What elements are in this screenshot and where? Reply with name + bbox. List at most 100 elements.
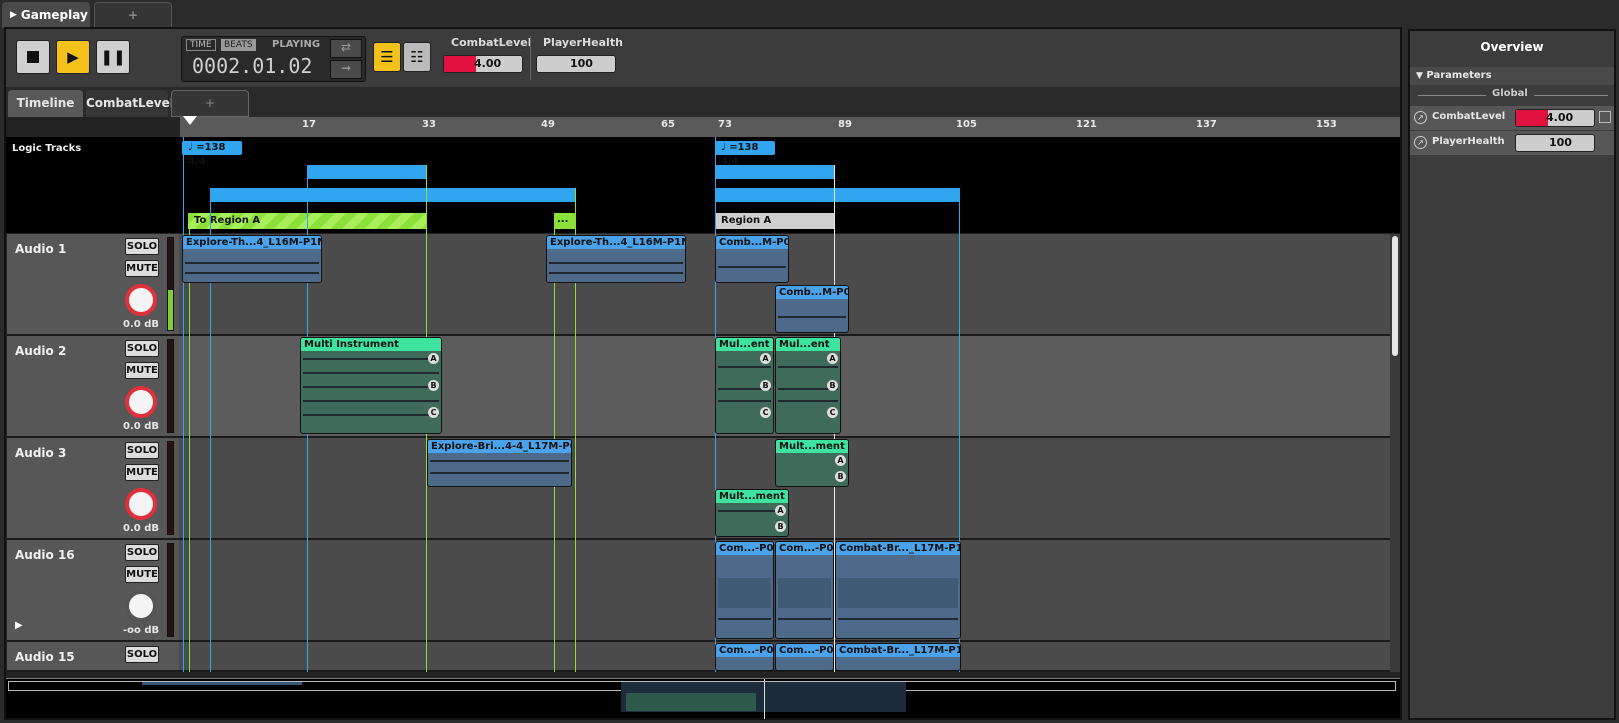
grid-view-button[interactable]: ☷ <box>403 42 431 72</box>
loop-region-2[interactable] <box>715 165 834 179</box>
clip-title: Explore-Bri...4-4_L17M-P0 <box>428 440 571 453</box>
audio-clip[interactable]: Explore-Th...4_L16M-P1M <box>546 235 686 283</box>
automation-icon[interactable]: ↗ <box>1414 111 1427 124</box>
playhead-marker[interactable] <box>183 116 197 125</box>
parameters-section-header[interactable]: ▼ Parameters <box>1410 67 1614 85</box>
instrument-a-badge: A <box>760 353 771 364</box>
clip-title: Mult...ment <box>716 490 788 503</box>
audio-clip[interactable]: Combat-Br..._L17M-P1B <box>835 643 961 671</box>
instrument-c-badge: C <box>827 407 838 418</box>
destination-region-a[interactable]: Region A <box>715 213 834 229</box>
expand-icon[interactable]: ▶ <box>15 620 23 631</box>
volume-db: 0.0 dB <box>123 523 159 534</box>
stop-icon <box>27 51 39 63</box>
pause-icon: ❚❚ <box>100 48 126 66</box>
instrument-c-badge: C <box>760 407 771 418</box>
audio-clip[interactable]: Comb...M-P0 <box>775 285 849 333</box>
audio-clip[interactable]: Com...-P0 <box>775 541 834 639</box>
multi-instrument-clip[interactable]: Multi Instrument A B C <box>300 337 442 434</box>
overview-health-slider[interactable]: 100 <box>1515 134 1595 152</box>
track-audio-2: Audio 2 SOLO MUTE 0.0 dB <box>7 336 1393 438</box>
automation-icon[interactable]: ↗ <box>1414 136 1427 149</box>
audio-clip[interactable]: Explore-Th...4_L16M-P1M <box>182 235 322 283</box>
overview-combat-checkbox[interactable] <box>1599 111 1611 123</box>
tempo-marker-2[interactable]: ♩ =138 4/4 <box>715 141 775 167</box>
timeline-ruler[interactable]: 17 33 49 65 73 89 105 121 137 153 <box>180 117 1400 137</box>
solo-button[interactable]: SOLO <box>125 646 159 663</box>
volume-knob[interactable] <box>125 488 157 520</box>
tab-add-view-button[interactable]: + <box>171 90 249 117</box>
overview-health-label: PlayerHealth <box>1432 136 1505 147</box>
combatlevel-slider[interactable]: 4.00 <box>443 55 523 73</box>
tab-gameplay[interactable]: ▶ Gameplay <box>2 2 90 28</box>
marker-line <box>189 215 190 672</box>
volume-db: 0.0 dB <box>123 421 159 432</box>
ruler-153: 153 <box>1316 119 1337 130</box>
vertical-scrollbar-thumb[interactable] <box>1392 236 1398 356</box>
play-button[interactable]: ▶ <box>56 40 90 74</box>
multi-instrument-clip[interactable]: Mul...ent A B C <box>775 337 841 434</box>
beats-mode-button[interactable]: BEATS <box>221 39 256 51</box>
tab-add-button[interactable]: + <box>94 2 172 28</box>
playerhealth-slider[interactable]: 100 <box>536 55 616 73</box>
list-view-button[interactable]: ☰ <box>373 42 401 72</box>
tab-timeline[interactable]: Timeline <box>8 90 83 117</box>
timeline-overview-strip[interactable] <box>6 678 1400 719</box>
combatlevel-value: 4.00 <box>474 57 502 70</box>
track-name: Audio 2 <box>15 344 67 358</box>
time-mode-button[interactable]: TIME <box>186 39 216 51</box>
mute-button[interactable]: MUTE <box>125 464 159 481</box>
play-icon: ▶ <box>67 48 79 66</box>
tempo-marker-1[interactable]: ♩ =138 4/4 <box>182 141 242 167</box>
solo-button[interactable]: SOLO <box>125 340 159 357</box>
mute-button[interactable]: MUTE <box>125 566 159 583</box>
transition-ellipsis[interactable]: ... <box>554 213 575 229</box>
play-small-icon: ▶ <box>10 10 17 20</box>
audio-clip[interactable]: Com...-P0 <box>715 643 774 671</box>
mute-button[interactable]: MUTE <box>125 362 159 379</box>
ruler-89: 89 <box>838 119 852 130</box>
audio-clip[interactable]: Explore-Bri...4-4_L17M-P0 <box>427 439 572 487</box>
overview-combat-slider[interactable]: 4.00 <box>1515 109 1595 127</box>
pause-button[interactable]: ❚❚ <box>96 40 130 74</box>
volume-knob[interactable] <box>125 284 157 316</box>
overview-combat-value: 4.00 <box>1546 111 1574 124</box>
mute-button[interactable]: MUTE <box>125 260 159 277</box>
parameters-section-label: Parameters <box>1426 70 1492 81</box>
tab-add-label: + <box>127 8 139 22</box>
solo-button[interactable]: SOLO <box>125 238 159 255</box>
loop-button[interactable]: ⇄ <box>330 39 362 58</box>
level-meter <box>167 237 174 331</box>
track-name: Audio 1 <box>15 242 67 256</box>
track-audio-15: Audio 15 SOLO <box>7 642 1393 672</box>
clip-title: Com...-P0 <box>776 644 833 657</box>
ruler-49: 49 <box>541 119 555 130</box>
group-global-label: Global <box>1486 88 1534 99</box>
follow-button[interactable]: ➞ <box>330 60 362 79</box>
transport-position: 0002.01.02 <box>192 54 313 78</box>
clip-title: Mul...ent <box>716 338 773 351</box>
solo-button[interactable]: SOLO <box>125 544 159 561</box>
tab-combatlevel[interactable]: CombatLevel <box>86 90 174 117</box>
loop-region-3[interactable] <box>210 188 575 202</box>
volume-knob[interactable] <box>125 386 157 418</box>
volume-db: -oo dB <box>123 625 160 636</box>
clip-title: Com...-P0 <box>716 644 773 657</box>
multi-instrument-clip[interactable]: Mult...ment AB <box>775 439 849 487</box>
audio-clip[interactable]: Com...-P0 <box>775 643 834 671</box>
level-meter <box>167 543 174 637</box>
loop-region-4[interactable] <box>715 188 959 202</box>
clip-title: Combat-Br..._L17M-P1B <box>836 542 960 555</box>
audio-clip[interactable]: Comb...M-P0 <box>715 235 789 283</box>
multi-instrument-clip[interactable]: Mul...ent A B C <box>715 337 774 434</box>
stop-button[interactable] <box>16 40 50 74</box>
solo-button[interactable]: SOLO <box>125 442 159 459</box>
volume-knob[interactable] <box>125 590 157 622</box>
clip-title: Mult...ment <box>776 440 848 453</box>
audio-clip[interactable]: Com...-P0 <box>715 541 774 639</box>
audio-clip[interactable]: Combat-Br..._L17M-P1B <box>835 541 961 639</box>
loop-region-1[interactable] <box>307 165 426 179</box>
instrument-c-badge: C <box>428 407 439 418</box>
multi-instrument-clip[interactable]: Mult...ment AB <box>715 489 789 537</box>
note-icon-2: ♩ <box>721 142 726 153</box>
